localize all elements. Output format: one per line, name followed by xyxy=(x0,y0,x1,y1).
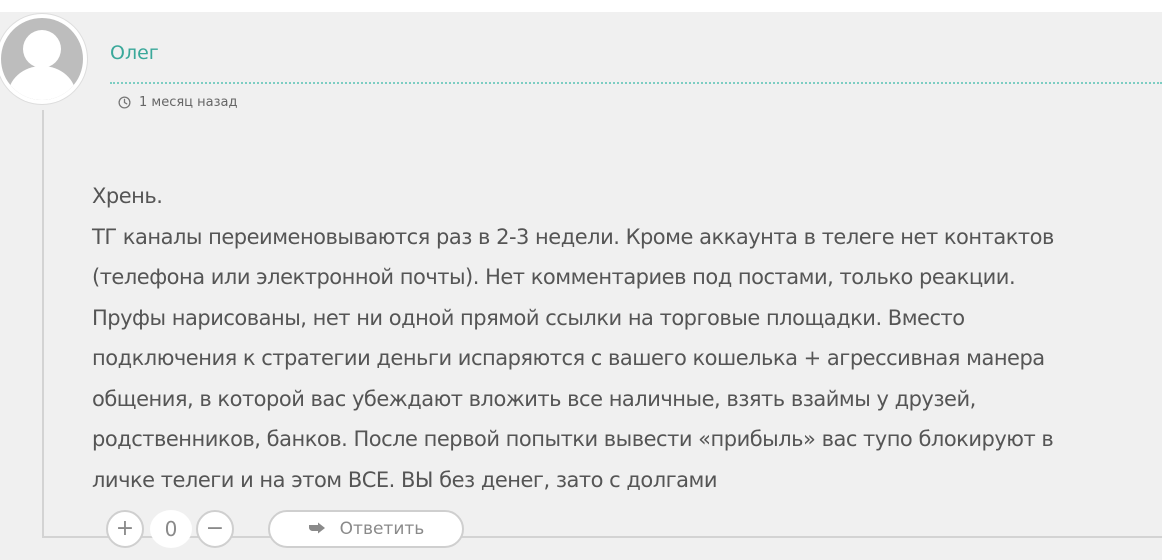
reply-button[interactable]: Ответить xyxy=(268,510,464,548)
comment-text-line: Пруфы нарисованы, нет ни одной прямой сс… xyxy=(92,305,965,330)
comment-text-line: общения, в которой вас убеждают вложить … xyxy=(92,386,976,411)
comment-text: Хрень. ТГ каналы переименовываются раз в… xyxy=(92,176,1157,500)
vote-down-button[interactable]: − xyxy=(196,510,234,548)
author-name[interactable]: Олег xyxy=(110,42,159,64)
comment-text-line: ТГ каналы переименовываются раз в 2-3 не… xyxy=(92,224,1054,249)
avatar-head xyxy=(23,30,61,68)
comment-meta: 1 месяц назад xyxy=(118,95,238,110)
comment-text-line: подключения к стратегии деньги испаряютс… xyxy=(92,346,1045,370)
default-user-avatar-icon xyxy=(1,18,83,100)
reply-arrow-icon xyxy=(308,522,325,534)
vote-count: 0 xyxy=(150,510,192,548)
comment-text-line: родственников, банков. После первой попы… xyxy=(92,427,1054,451)
comment-text-line: (телефона или электронной почты). Нет ко… xyxy=(92,265,1016,289)
comment-timestamp: 1 месяц назад xyxy=(139,95,238,110)
thread-line-vertical xyxy=(42,110,44,538)
minus-icon: − xyxy=(205,516,225,541)
plus-icon: + xyxy=(115,516,135,541)
comment-card: Олег 1 месяц назад Хрень. ТГ каналы пере… xyxy=(0,12,1162,560)
vote-up-button[interactable]: + xyxy=(106,510,144,548)
header-divider xyxy=(110,82,1162,84)
avatar-body xyxy=(8,66,76,100)
clock-icon xyxy=(118,96,131,109)
avatar[interactable] xyxy=(0,14,87,104)
reply-label: Ответить xyxy=(339,519,425,539)
comment-text-line: Хрень. xyxy=(92,184,163,208)
comment-page: Олег 1 месяц назад Хрень. ТГ каналы пере… xyxy=(0,0,1162,560)
comment-text-line: личке телеги и на этом ВСЕ. ВЫ без денег… xyxy=(92,467,718,492)
